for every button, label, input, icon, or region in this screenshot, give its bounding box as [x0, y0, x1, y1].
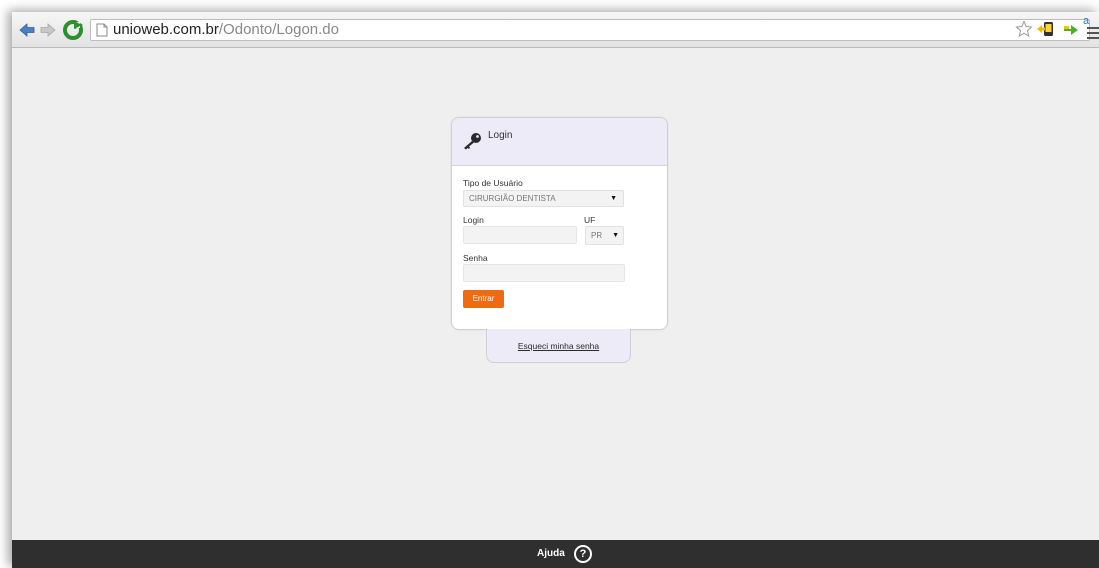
user-type-value: CIRURGIÃO DENTISTA — [469, 194, 556, 203]
uf-label: UF — [584, 215, 596, 225]
login-label: Login — [463, 215, 484, 225]
forward-arrow-icon[interactable] — [39, 21, 57, 39]
user-type-label: Tipo de Usuário — [463, 178, 523, 188]
key-icon — [464, 133, 481, 150]
browser-toolbar: unioweb.com.br/Odonto/Logon.do a — [12, 12, 1099, 48]
bookmark-star-icon[interactable] — [1015, 20, 1033, 38]
dropdown-arrow-icon: ▼ — [610, 195, 617, 202]
chrome-menu-icon[interactable]: a — [1081, 15, 1099, 41]
url-host: unioweb.com.br — [113, 21, 219, 38]
password-label: Senha — [463, 253, 488, 263]
help-link[interactable]: Ajuda — [537, 548, 565, 559]
uf-select[interactable]: PR ▼ — [585, 226, 624, 245]
user-type-select[interactable]: CIRURGIÃO DENTISTA ▼ — [463, 190, 624, 207]
menu-superscript: a — [1083, 15, 1090, 27]
login-title: Login — [488, 130, 513, 141]
reload-icon[interactable] — [62, 19, 84, 41]
uf-value: PR — [591, 231, 603, 240]
submit-button[interactable]: Entrar — [463, 290, 504, 308]
forgot-password-link[interactable]: Esqueci minha senha — [518, 341, 599, 351]
login-header: Login — [452, 118, 667, 166]
forgot-password-panel: Esqueci minha senha — [486, 329, 631, 363]
page-icon — [96, 23, 108, 37]
login-panel: Login Tipo de Usuário CIRURGIÃO DENTISTA… — [451, 117, 668, 330]
dropdown-arrow-icon: ▼ — [612, 232, 619, 239]
back-arrow-icon[interactable] — [18, 21, 36, 39]
address-bar[interactable]: unioweb.com.br/Odonto/Logon.do — [90, 19, 1090, 41]
url-path: /Odonto/Logon.do — [218, 21, 339, 38]
extension-arrow-icon[interactable] — [1063, 22, 1079, 36]
login-input[interactable] — [463, 226, 577, 244]
question-circle-icon[interactable]: ? — [574, 545, 592, 563]
browser-window: unioweb.com.br/Odonto/Logon.do a Login T… — [12, 12, 1099, 568]
footer-bar: Ajuda ? — [12, 540, 1099, 568]
password-input[interactable] — [463, 264, 625, 282]
extension-icon[interactable] — [1037, 21, 1055, 37]
